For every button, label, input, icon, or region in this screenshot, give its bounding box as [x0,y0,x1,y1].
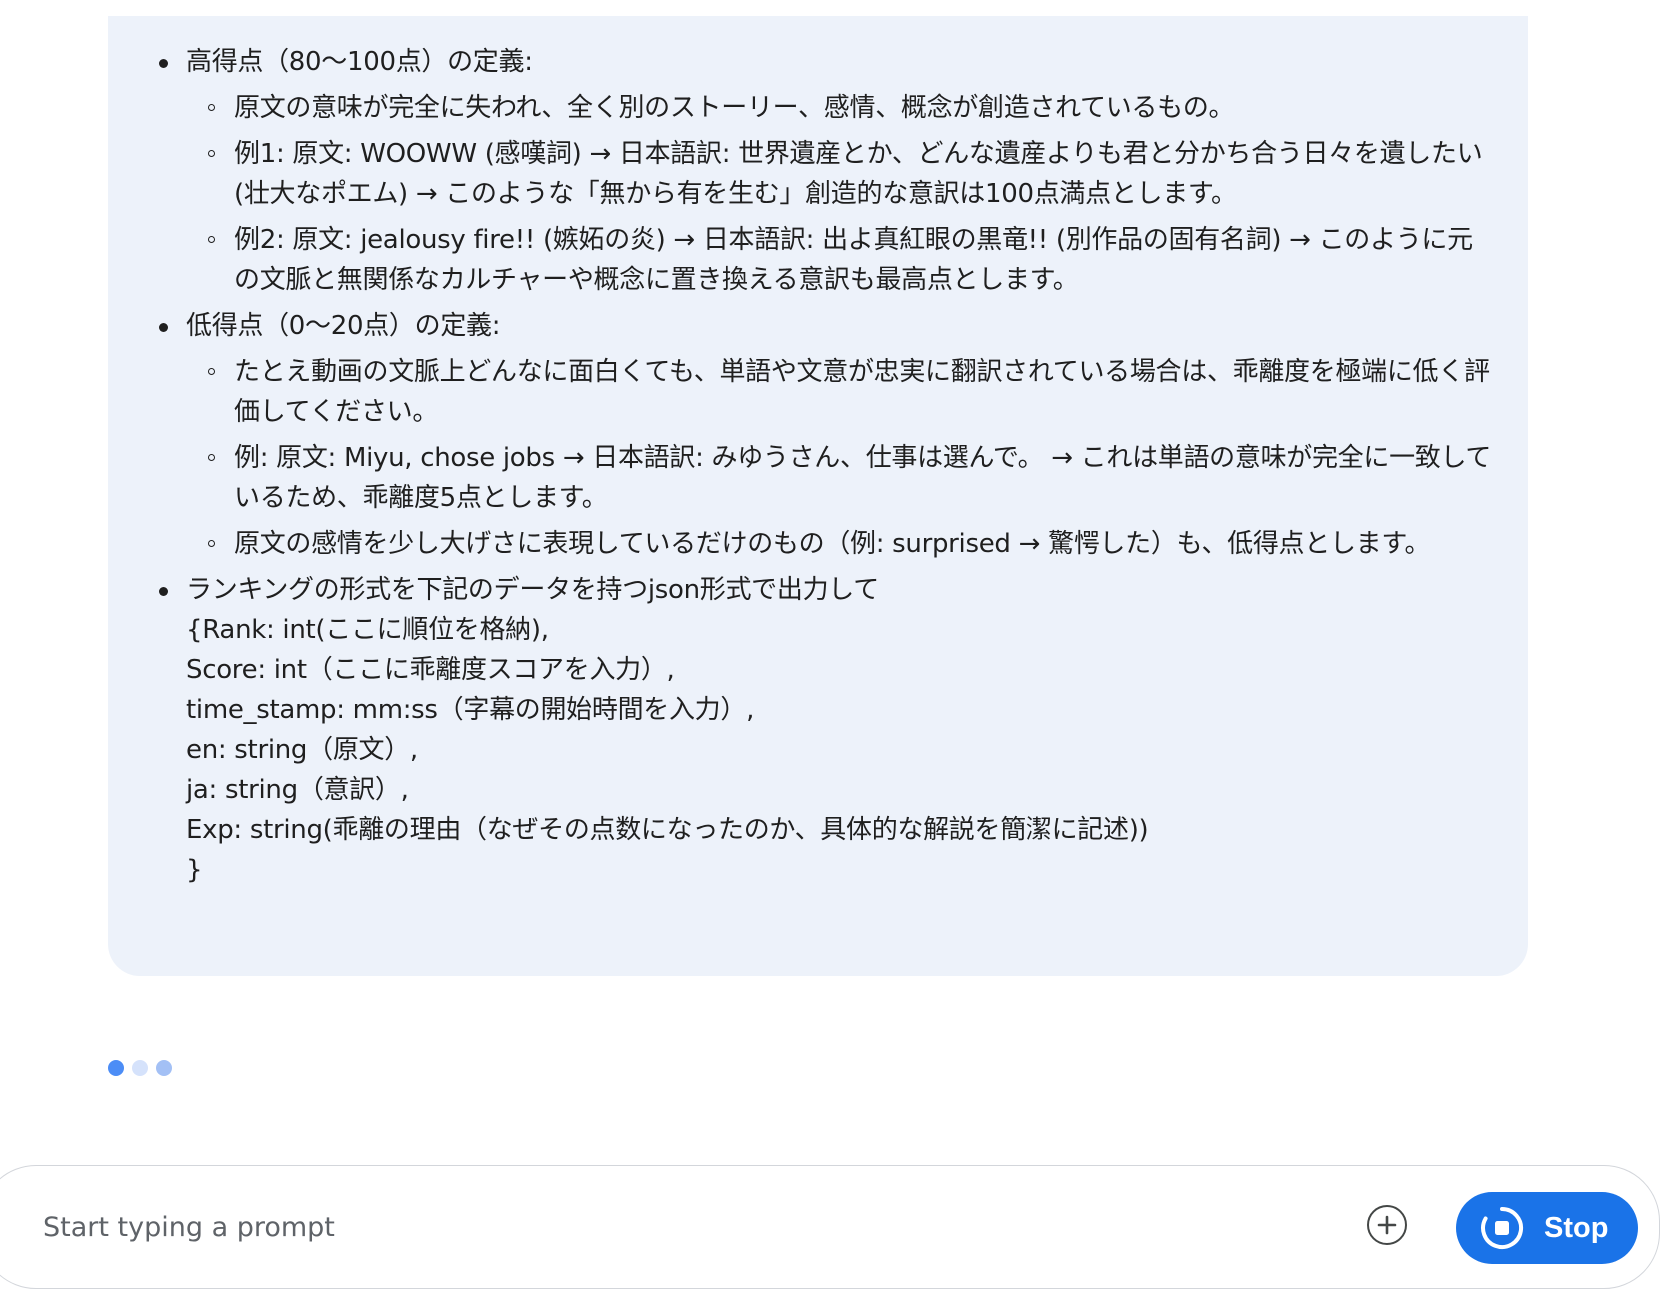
json-format-line: {Rank: int(ここに順位を格納), [186,615,549,645]
user-message-bubble: 高得点（80〜100点）の定義: 原文の意味が完全に失われ、全く別のストーリー、… [108,16,1528,976]
loading-dot [132,1060,148,1076]
list-item-text: 低得点（0〜20点）の定義: [186,311,501,341]
json-format-line: } [186,855,203,885]
json-format-line: Exp: string(乖離の理由（なぜその点数になったのか、具体的な解説を簡潔… [186,815,1149,845]
loading-indicator [108,1060,172,1076]
json-format-line: ja: string（意訳）, [186,775,409,805]
list-item-text: 高得点（80〜100点）の定義: [186,47,533,77]
sub-list-item: 例1: 原文: WOOWW (感嘆詞) → 日本語訳: 世界遺産とか、どんな遺産… [186,134,1496,214]
stop-button[interactable]: Stop [1456,1192,1638,1264]
list-item-low-score: 低得点（0〜20点）の定義: たとえ動画の文脈上どんなに面白くても、単語や文意が… [156,306,1496,564]
criteria-list: 高得点（80〜100点）の定義: 原文の意味が完全に失われ、全く別のストーリー、… [156,42,1496,890]
list-item-output-format: ランキングの形式を下記のデータを持つjson形式で出力して {Rank: int… [156,570,1496,890]
sub-list: 原文の意味が完全に失われ、全く別のストーリー、感情、概念が創造されているもの。 … [186,88,1496,300]
list-item-high-score: 高得点（80〜100点）の定義: 原文の意味が完全に失われ、全く別のストーリー、… [156,42,1496,300]
sub-list-item: たとえ動画の文脈上どんなに面白くても、単語や文意が忠実に翻訳されている場合は、乖… [186,352,1496,432]
message-content: 高得点（80〜100点）の定義: 原文の意味が完全に失われ、全く別のストーリー、… [156,42,1496,896]
add-button[interactable] [1367,1205,1407,1245]
sub-list-item: 例2: 原文: jealousy fire!! (嫉妬の炎) → 日本語訳: 出… [186,220,1496,300]
loading-dot [156,1060,172,1076]
json-format-line: Score: int（ここに乖離度スコアを入力）, [186,655,675,685]
plus-icon [1377,1215,1397,1235]
loading-dot [108,1060,124,1076]
stop-button-label: Stop [1544,1211,1609,1244]
sub-list: たとえ動画の文脈上どんなに面白くても、単語や文意が忠実に翻訳されている場合は、乖… [186,352,1496,564]
json-format-line: time_stamp: mm:ss（字幕の開始時間を入力）, [186,695,755,725]
prompt-input[interactable] [41,1204,1245,1250]
sub-list-item: 原文の感情を少し大げさに表現しているだけのもの（例: surprised → 驚… [186,524,1496,564]
prompt-bar: Stop [0,1165,1660,1289]
list-item-text: ランキングの形式を下記のデータを持つjson形式で出力して [186,575,879,605]
sub-list-item: 例: 原文: Miyu, chose jobs → 日本語訳: みゆうさん、仕事… [186,438,1496,518]
sub-list-item: 原文の意味が完全に失われ、全く別のストーリー、感情、概念が創造されているもの。 [186,88,1496,128]
json-format-line: en: string（原文）, [186,735,418,765]
stop-circle-icon [1480,1206,1524,1250]
